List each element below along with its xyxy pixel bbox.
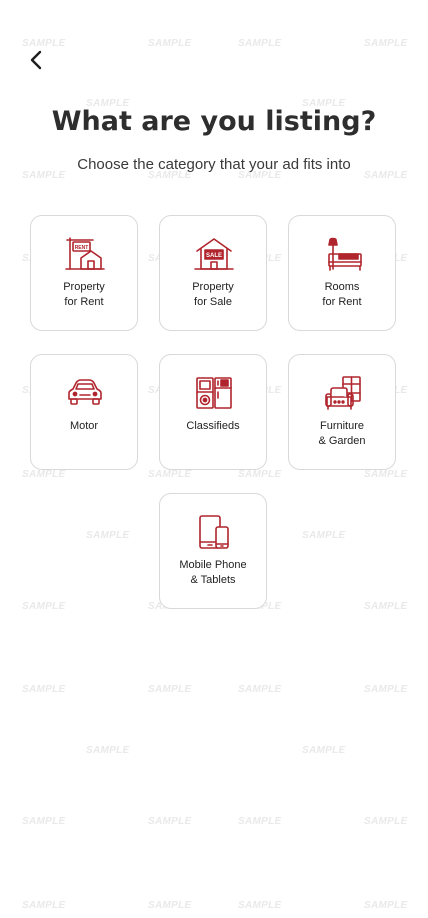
back-button[interactable]	[22, 46, 50, 74]
sale-sign-text: SALE	[206, 253, 222, 259]
watermark: SAMPLE	[148, 900, 192, 911]
car-icon	[68, 379, 102, 405]
page-title: What are you listing?	[51, 106, 377, 137]
watermark: SAMPLE	[148, 816, 192, 827]
watermark: SAMPLE	[364, 601, 408, 612]
watermark: SAMPLE	[22, 601, 66, 612]
sofa-cabinet-icon	[325, 376, 361, 410]
watermark: SAMPLE	[22, 684, 66, 695]
category-rooms-for-rent[interactable]: Rooms for Rent	[288, 215, 396, 331]
watermark: SAMPLE	[238, 469, 282, 480]
category-classifieds[interactable]: Classifieds	[159, 354, 267, 470]
page-subtitle: Choose the category that your ad fits in…	[77, 156, 351, 173]
watermark: SAMPLE	[148, 469, 192, 480]
watermark: SAMPLE	[148, 38, 192, 49]
category-furniture-garden[interactable]: Furniture & Garden	[288, 354, 396, 470]
watermark: SAMPLE	[364, 684, 408, 695]
watermark: SAMPLE	[364, 38, 408, 49]
category-label: Property for Rent	[63, 281, 105, 308]
phone-tablet-icon	[199, 515, 229, 549]
watermark: SAMPLE	[364, 900, 408, 911]
watermark: SAMPLE	[22, 469, 66, 480]
house-sale-icon: SALE	[194, 238, 234, 270]
category-property-for-rent[interactable]: RENT Property for Rent	[30, 215, 138, 331]
watermark: SAMPLE	[302, 745, 346, 756]
chevron-left-icon	[30, 50, 42, 70]
category-label: Motor	[69, 420, 99, 432]
category-label: Classifieds	[186, 420, 240, 432]
watermark: SAMPLE	[302, 530, 346, 541]
category-label: Property for Sale	[192, 281, 234, 308]
category-mobile-phone-tablets[interactable]: Mobile Phone & Tablets	[159, 493, 267, 609]
category-motor[interactable]: Motor	[30, 354, 138, 470]
watermark: SAMPLE	[22, 900, 66, 911]
house-rent-sign-icon: RENT	[65, 237, 105, 270]
watermark: SAMPLE	[238, 38, 282, 49]
watermark: SAMPLE	[238, 900, 282, 911]
watermark: SAMPLE	[364, 469, 408, 480]
bed-lamp-icon	[328, 237, 362, 271]
category-label: Mobile Phone & Tablets	[179, 559, 247, 586]
appliances-icon	[196, 377, 232, 409]
category-property-for-sale[interactable]: SALE Property for Sale	[159, 215, 267, 331]
watermark: SAMPLE	[22, 816, 66, 827]
watermark: SAMPLE	[238, 684, 282, 695]
watermark: SAMPLE	[148, 684, 192, 695]
watermark: SAMPLE	[86, 745, 130, 756]
rent-sign-text: RENT	[75, 245, 89, 251]
watermark: SAMPLE	[238, 816, 282, 827]
category-label: Furniture & Garden	[318, 420, 366, 447]
watermark: SAMPLE	[86, 530, 130, 541]
category-label: Rooms for Rent	[322, 281, 362, 308]
watermark: SAMPLE	[364, 816, 408, 827]
